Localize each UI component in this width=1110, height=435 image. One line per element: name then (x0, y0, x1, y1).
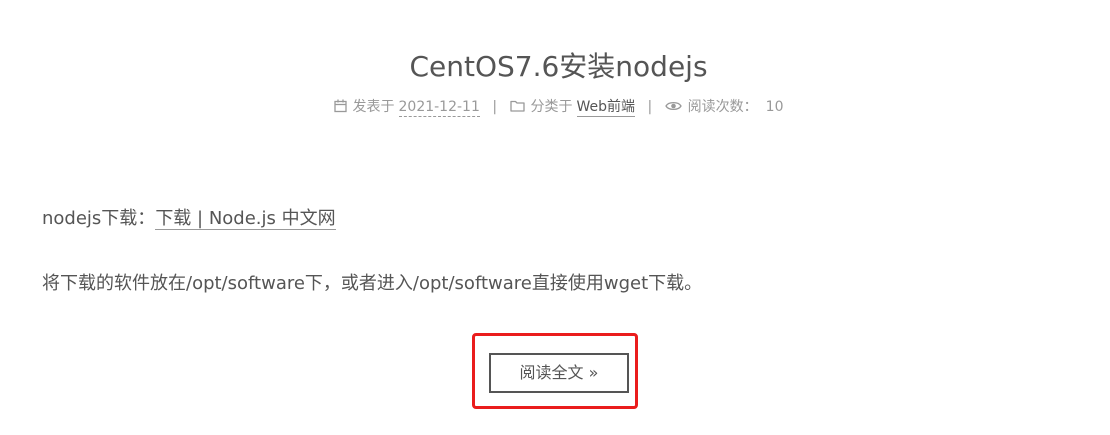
post-views-meta: 阅读次数： 10 (664, 97, 784, 117)
install-paragraph: 将下载的软件放在/opt/software下，或者进入/opt/software… (42, 273, 703, 294)
post-category-meta: 分类于 Web前端 (509, 97, 636, 117)
nodejs-download-link[interactable]: 下载 | Node.js 中文网 (155, 208, 336, 230)
download-paragraph: nodejs下载：下载 | Node.js 中文网 (42, 205, 702, 233)
post-title: CentOS7.6安装nodejs (409, 50, 708, 83)
folder-icon (509, 100, 525, 112)
post-excerpt: nodejs下载：下载 | Node.js 中文网 将下载的软件放在/opt/s… (42, 205, 702, 298)
posted-label: 发表于 (352, 99, 395, 115)
meta-divider: | (492, 99, 498, 115)
views-count: 10 (765, 99, 784, 115)
post-meta: 发表于 2021-12-11 | 分类于 Web前端 | 阅读次数： 10 (0, 97, 1110, 117)
category-link[interactable]: Web前端 (576, 99, 636, 117)
post-date-meta: 发表于 2021-12-11 (333, 97, 480, 117)
meta-divider: | (647, 99, 653, 115)
category-label: 分类于 (530, 99, 573, 115)
download-label: nodejs下载： (42, 208, 156, 229)
post-date: 2021-12-11 (398, 99, 480, 117)
calendar-icon (333, 99, 347, 113)
views-label: 阅读次数： (687, 99, 758, 115)
eye-icon (664, 100, 682, 112)
read-more-button[interactable]: 阅读全文 » (489, 353, 629, 393)
